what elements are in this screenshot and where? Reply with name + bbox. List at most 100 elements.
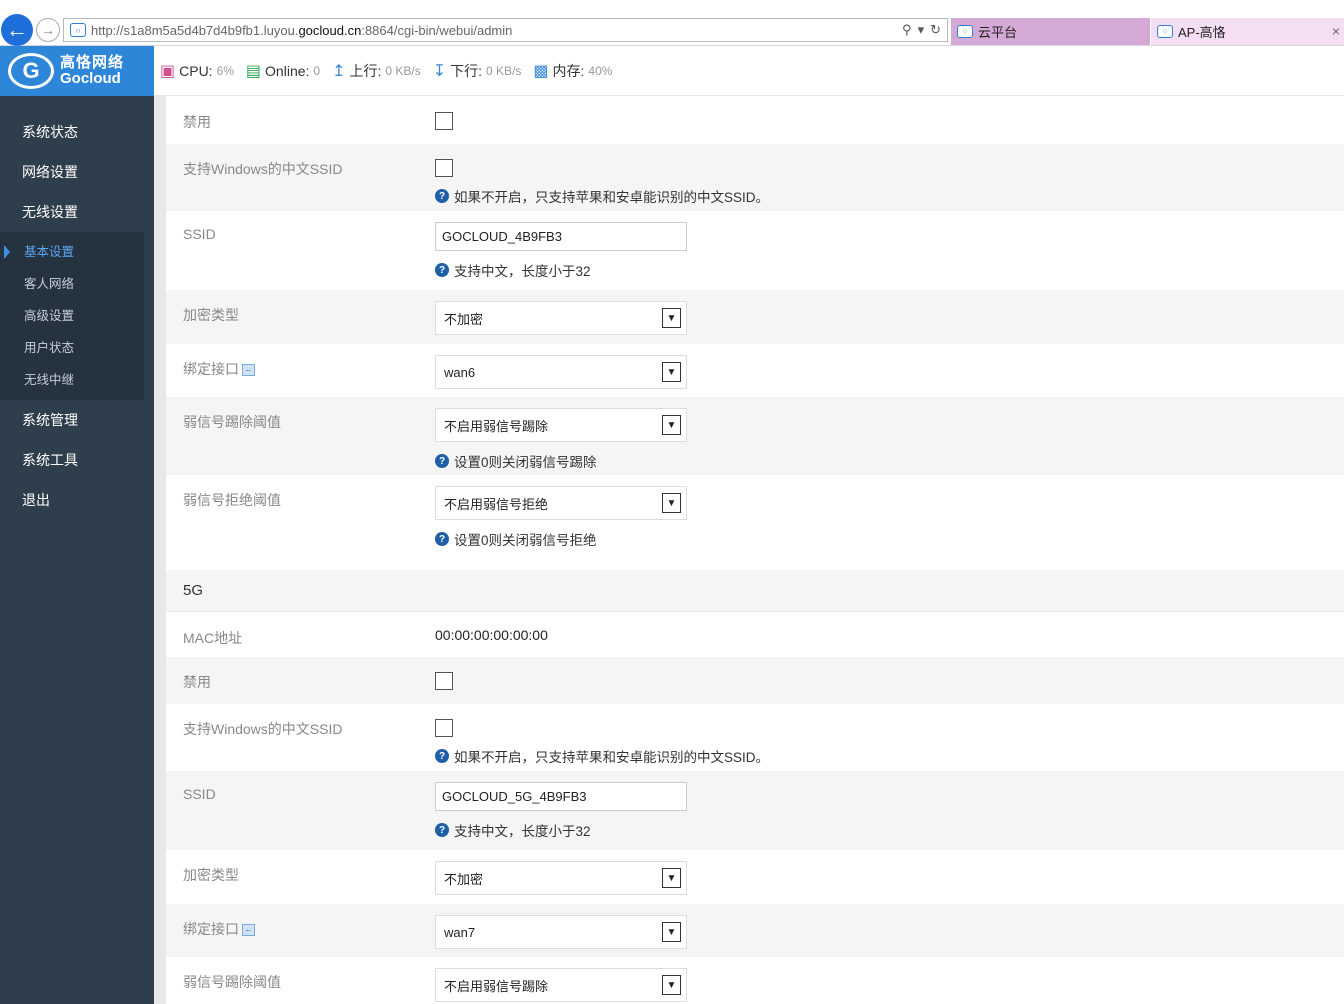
online-label: Online: [265,62,310,79]
select-value: 不启用弱信号拒绝 [444,496,549,512]
memory-label: 内存: [552,62,585,79]
logo-en-text: Gocloud [60,70,121,87]
field-label: 支持Windows的中文SSID [183,721,343,737]
field-label: SSID [183,226,216,242]
sidebar-item-logout[interactable]: 退出 [0,480,154,520]
chevron-down-icon: ▼ [662,493,681,513]
form-row-24g-weak-kick: 弱信号踢除阈值 不启用弱信号踢除 ▼ ? 设置0则关闭弱信号踢除 [166,397,1344,475]
form-row-24g-disable: 禁用 [166,97,1344,144]
forward-button[interactable]: → [36,18,60,42]
disable-5g-checkbox[interactable] [435,672,453,690]
sidebar-sub-wireless-repeater[interactable]: 无线中继 [0,364,144,396]
memory-stat: ▩ 内存: 40% [533,61,612,81]
field-label: 支持Windows的中文SSID [183,161,343,177]
wireless-basic-settings-form: 禁用 支持Windows的中文SSID ? 如果不开启，只支持苹果和安卓能识别的中… [166,97,1344,1004]
section-title-5g: 5G [166,570,1344,612]
sidebar-sub-user-status[interactable]: 用户状态 [0,332,144,364]
memory-stick-icon: ▩ [533,62,549,80]
help-icon: ? [435,823,449,837]
cpu-value: 6% [216,63,234,78]
field-label: 禁用 [183,674,211,690]
field-hint: ? 设置0则关闭弱信号踢除 [435,451,1344,471]
help-icon: ? [435,263,449,277]
field-label: 禁用 [183,114,211,130]
weak-kick-24g-select[interactable]: 不启用弱信号踢除 ▼ [435,408,687,442]
mac-address-value: 00:00:00:00:00:00 [435,627,548,643]
weak-reject-24g-select[interactable]: 不启用弱信号拒绝 ▼ [435,486,687,520]
sidebar-sub-basic-settings[interactable]: 基本设置 [0,236,144,268]
bind-interface-5g-select[interactable]: wan7 ▼ [435,915,687,949]
disable-24g-checkbox[interactable] [435,112,453,130]
back-button[interactable]: ← [1,14,33,46]
close-tab-icon[interactable]: × [1332,23,1340,39]
search-icon[interactable]: ⚲ [902,22,912,38]
help-icon: ? [435,532,449,546]
upload-arrow-icon: ↥ [332,62,346,80]
brand-logo: G 高恪网络 Gocloud [0,46,154,96]
select-value: wan6 [444,364,476,380]
select-value: wan7 [444,924,476,940]
interface-info-icon[interactable]: ← [242,924,255,937]
chevron-down-icon: ▼ [662,415,681,435]
sidebar-item-wireless-settings[interactable]: 无线设置 [0,192,154,232]
select-value: 不加密 [444,871,484,887]
site-favicon-icon: ○ [70,23,86,37]
tab-favicon-icon: ○ [1157,25,1173,38]
form-row-24g-ssid: SSID GOCLOUD_4B9FB3 ? 支持中文，长度小于32 [166,211,1344,290]
cpu-label: CPU: [179,62,213,79]
field-label: 弱信号踢除阈值 [183,974,281,990]
form-row-24g-bind: 绑定接口 ← wan6 ▼ [166,344,1344,397]
select-value: 不启用弱信号踢除 [444,978,549,994]
address-bar[interactable]: ○ http://s1a8m5a5d4b7d4b9fb1.luyou.goclo… [63,18,948,42]
field-label: 加密类型 [183,867,239,883]
interface-info-icon[interactable]: ← [242,364,255,377]
hint-text: 如果不开启，只支持苹果和安卓能识别的中文SSID。 [454,190,770,205]
bind-interface-24g-select[interactable]: wan6 ▼ [435,355,687,389]
tab-cloud-platform[interactable]: ○ 云平台 [951,18,1150,45]
monitor-check-icon: ▤ [245,62,262,80]
chevron-down-icon: ▼ [662,975,681,995]
help-icon: ? [435,454,449,468]
sidebar-item-system-status[interactable]: 系统状态 [0,112,154,152]
cn-ssid-5g-checkbox[interactable] [435,719,453,737]
ssid-24g-input[interactable]: GOCLOUD_4B9FB3 [435,222,687,251]
download-arrow-icon: ↧ [432,62,447,80]
cn-ssid-24g-checkbox[interactable] [435,159,453,177]
field-label: 绑定接口 ← [183,344,435,397]
sidebar-sub-advanced-settings[interactable]: 高级设置 [0,300,144,332]
tab-ap-gaoke[interactable]: ○ AP-高恪 × [1151,18,1344,45]
wireless-submenu: 基本设置 客人网络 高级设置 用户状态 无线中继 [0,232,144,400]
chevron-down-icon: ▼ [662,922,681,942]
field-label: 加密类型 [183,307,239,323]
ssid-5g-input[interactable]: GOCLOUD_5G_4B9FB3 [435,782,687,811]
select-value: 不启用弱信号踢除 [444,418,549,434]
encryption-5g-select[interactable]: 不加密 ▼ [435,861,687,895]
sidebar-sub-guest-network[interactable]: 客人网络 [0,268,144,300]
chevron-down-icon: ▼ [662,308,681,328]
field-hint: ? 如果不开启，只支持苹果和安卓能识别的中文SSID。 [435,746,1344,766]
field-label: 绑定接口 ← [183,904,435,957]
select-value: 不加密 [444,311,484,327]
sidebar-item-system-management[interactable]: 系统管理 [0,400,154,440]
sidebar-item-system-tools[interactable]: 系统工具 [0,440,154,480]
status-bar: ▣ CPU: 6% ▤ Online: 0 ↥ 上行: 0 KB/s ↧ 下行:… [154,46,1344,96]
field-hint: ? 支持中文，长度小于32 [435,260,1344,280]
download-value: 0 KB/s [486,63,522,78]
form-row-24g-cn-ssid: 支持Windows的中文SSID ? 如果不开启，只支持苹果和安卓能识别的中文SS… [166,144,1344,211]
chevron-down-icon: ▼ [662,362,681,382]
upload-stat: ↥ 上行: 0 KB/s [332,61,421,81]
form-row-5g-ssid: SSID GOCLOUD_5G_4B9FB3 ? 支持中文，长度小于32 [166,771,1344,850]
refresh-icon[interactable]: ↻ [930,22,941,38]
form-row-5g-cn-ssid: 支持Windows的中文SSID ? 如果不开启，只支持苹果和安卓能识别的中文SS… [166,704,1344,771]
url-text[interactable]: http://s1a8m5a5d4b7d4b9fb1.luyou.gocloud… [91,23,897,38]
sidebar-menu: 系统状态 网络设置 无线设置 基本设置 客人网络 高级设置 用户状态 无线中继 … [0,96,154,1004]
online-stat: ▤ Online: 0 [246,61,320,81]
weak-kick-5g-select[interactable]: 不启用弱信号踢除 ▼ [435,968,687,1002]
field-hint: ? 设置0则关闭弱信号拒绝 [435,529,1344,549]
dropdown-icon[interactable]: ▾ [918,22,925,38]
sidebar-item-network-settings[interactable]: 网络设置 [0,152,154,192]
encryption-24g-select[interactable]: 不加密 ▼ [435,301,687,335]
browser-chrome: ← → ○ http://s1a8m5a5d4b7d4b9fb1.luyou.g… [0,0,1344,46]
logo-cn-text: 高恪网络 [60,54,125,71]
hint-text: 如果不开启，只支持苹果和安卓能识别的中文SSID。 [454,750,770,765]
